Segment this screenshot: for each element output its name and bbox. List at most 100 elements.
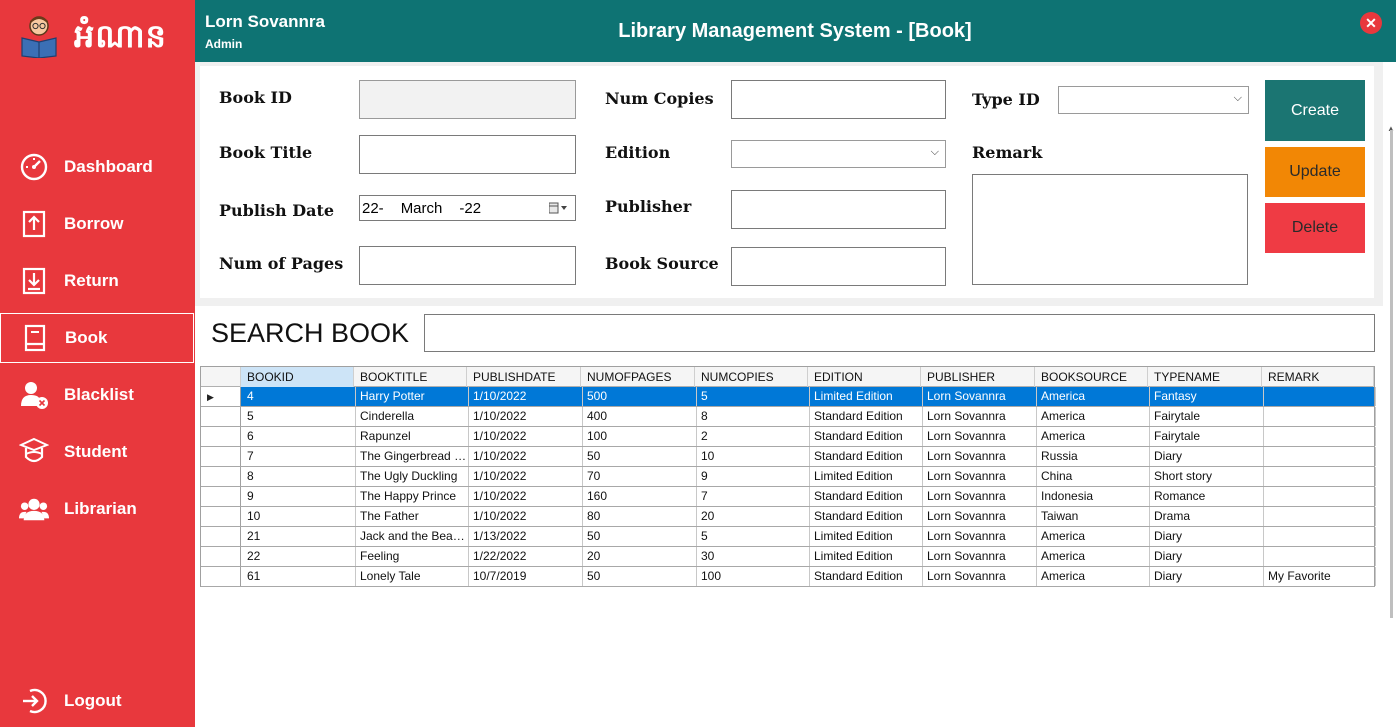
table-row[interactable]: 10 The Father 1/10/2022 80 20 Standard Editio… (201, 507, 1376, 527)
table-cell[interactable]: China (1037, 467, 1150, 486)
table-cell[interactable]: Standard Edition (810, 407, 923, 426)
books-data-grid[interactable]: BOOKID BOOKTITLE PUBLISHDATE NUMOFPAGES NUMC… (200, 366, 1376, 587)
table-cell[interactable]: 1/10/2022 (469, 427, 583, 446)
table-cell[interactable]: The Father (356, 507, 469, 526)
table-cell[interactable]: Lorn Sovannra (923, 427, 1037, 446)
row-header[interactable] (201, 507, 241, 526)
table-cell[interactable]: 50 (583, 567, 697, 586)
sidebar-item-book[interactable]: Book (0, 313, 194, 363)
table-cell[interactable]: America (1037, 547, 1150, 566)
table-cell[interactable]: 400 (583, 407, 697, 426)
table-cell[interactable] (1264, 427, 1376, 446)
table-cell[interactable]: 7 (243, 447, 356, 466)
table-cell[interactable]: America (1037, 567, 1150, 586)
table-cell[interactable]: Standard Edition (810, 427, 923, 446)
edition-select[interactable]: ⌵ (731, 140, 946, 168)
table-cell[interactable]: America (1037, 527, 1150, 546)
table-cell[interactable]: Limited Edition (810, 547, 923, 566)
table-cell[interactable] (1264, 527, 1376, 546)
table-cell[interactable]: Limited Edition (810, 467, 923, 486)
table-cell[interactable]: Russia (1037, 447, 1150, 466)
table-row[interactable]: 22 Feeling 1/22/2022 20 30 Limited Edition Lor… (201, 547, 1376, 567)
logout-button[interactable]: Logout (0, 676, 195, 726)
table-cell[interactable]: 70 (583, 467, 697, 486)
row-header[interactable] (201, 407, 241, 426)
table-cell[interactable]: Short story (1150, 467, 1264, 486)
table-cell[interactable]: Diary (1150, 447, 1264, 466)
table-cell[interactable]: America (1037, 427, 1150, 446)
table-cell[interactable]: 1/10/2022 (469, 507, 583, 526)
sidebar-item-blacklist[interactable]: Blacklist (0, 370, 195, 420)
table-row[interactable]: 8 The Ugly Duckling 1/10/2022 70 9 Limited Ed… (201, 467, 1376, 487)
column-header-typename[interactable]: TYPENAME (1148, 367, 1262, 387)
table-cell[interactable]: 1/10/2022 (469, 447, 583, 466)
table-cell[interactable]: 50 (583, 527, 697, 546)
table-cell[interactable]: 8 (697, 407, 810, 426)
sidebar-item-librarian[interactable]: Librarian (0, 484, 195, 534)
table-cell[interactable]: Standard Edition (810, 507, 923, 526)
table-cell[interactable]: 9 (243, 487, 356, 506)
table-cell[interactable]: 1/13/2022 (469, 527, 583, 546)
search-input[interactable] (424, 314, 1375, 352)
table-cell[interactable]: 50 (583, 447, 697, 466)
table-cell[interactable] (1264, 487, 1376, 506)
table-cell[interactable]: Drama (1150, 507, 1264, 526)
table-cell[interactable]: The Happy Prince (356, 487, 469, 506)
row-header[interactable] (201, 547, 241, 566)
table-row[interactable]: 5 Cinderella 1/10/2022 400 8 Standard Edition… (201, 407, 1376, 427)
sidebar-item-dashboard[interactable]: Dashboard (0, 142, 195, 192)
column-header-booktitle[interactable]: BOOKTITLE (354, 367, 467, 387)
table-cell[interactable]: 80 (583, 507, 697, 526)
table-cell[interactable]: Lorn Sovannra (923, 407, 1037, 426)
table-row[interactable]: 7 The Gingerbread Man 1/10/2022 50 10 Standar… (201, 447, 1376, 467)
table-cell[interactable]: 10/7/2019 (469, 567, 583, 586)
create-button[interactable]: Create (1265, 80, 1365, 141)
book-title-field[interactable] (359, 135, 576, 174)
table-cell[interactable]: 20 (583, 547, 697, 566)
table-cell[interactable]: 61 (243, 567, 356, 586)
table-cell[interactable]: Lorn Sovannra (923, 447, 1037, 466)
sidebar-item-student[interactable]: Student (0, 427, 195, 477)
delete-button[interactable]: Delete (1265, 203, 1365, 253)
table-cell[interactable]: Lorn Sovannra (923, 487, 1037, 506)
table-cell[interactable]: 30 (697, 547, 810, 566)
table-cell[interactable] (1264, 387, 1376, 406)
sidebar-item-borrow[interactable]: Borrow (0, 199, 195, 249)
table-cell[interactable]: 1/22/2022 (469, 547, 583, 566)
table-cell[interactable]: The Ugly Duckling (356, 467, 469, 486)
table-cell[interactable]: 10 (697, 447, 810, 466)
table-cell[interactable]: Diary (1150, 567, 1264, 586)
row-header[interactable] (201, 467, 241, 486)
table-cell[interactable]: Standard Edition (810, 487, 923, 506)
table-cell[interactable]: America (1037, 407, 1150, 426)
table-cell[interactable]: Lonely Tale (356, 567, 469, 586)
table-cell[interactable]: 4 (243, 387, 356, 406)
remark-textarea[interactable] (972, 174, 1248, 285)
table-cell[interactable]: 1/10/2022 (469, 487, 583, 506)
table-cell[interactable]: 5 (697, 527, 810, 546)
table-cell[interactable]: Lorn Sovannra (923, 567, 1037, 586)
row-header[interactable] (201, 567, 241, 586)
table-cell[interactable]: 2 (697, 427, 810, 446)
table-cell[interactable]: Diary (1150, 527, 1264, 546)
column-header-publishdate[interactable]: PUBLISHDATE (467, 367, 581, 387)
table-cell[interactable]: Fairytale (1150, 407, 1264, 426)
table-cell[interactable]: Lorn Sovannra (923, 507, 1037, 526)
table-cell[interactable]: 10 (243, 507, 356, 526)
table-cell[interactable]: 21 (243, 527, 356, 546)
scrollbar-thumb[interactable] (1390, 130, 1393, 618)
table-cell[interactable]: 5 (697, 387, 810, 406)
row-header[interactable] (201, 447, 241, 466)
table-cell[interactable]: Indonesia (1037, 487, 1150, 506)
table-cell[interactable]: My Favorite (1264, 567, 1376, 586)
publish-date-picker[interactable]: 22- March -22 (359, 195, 576, 221)
table-cell[interactable]: Harry Potter (356, 387, 469, 406)
publisher-field[interactable] (731, 190, 946, 229)
table-cell[interactable]: 5 (243, 407, 356, 426)
table-cell[interactable]: 7 (697, 487, 810, 506)
num-pages-field[interactable] (359, 246, 576, 285)
book-source-field[interactable] (731, 247, 946, 286)
column-header-booksource[interactable]: BOOKSOURCE (1035, 367, 1148, 387)
table-cell[interactable]: 1/10/2022 (469, 407, 583, 426)
table-cell[interactable]: Jack and the Beans... (356, 527, 469, 546)
